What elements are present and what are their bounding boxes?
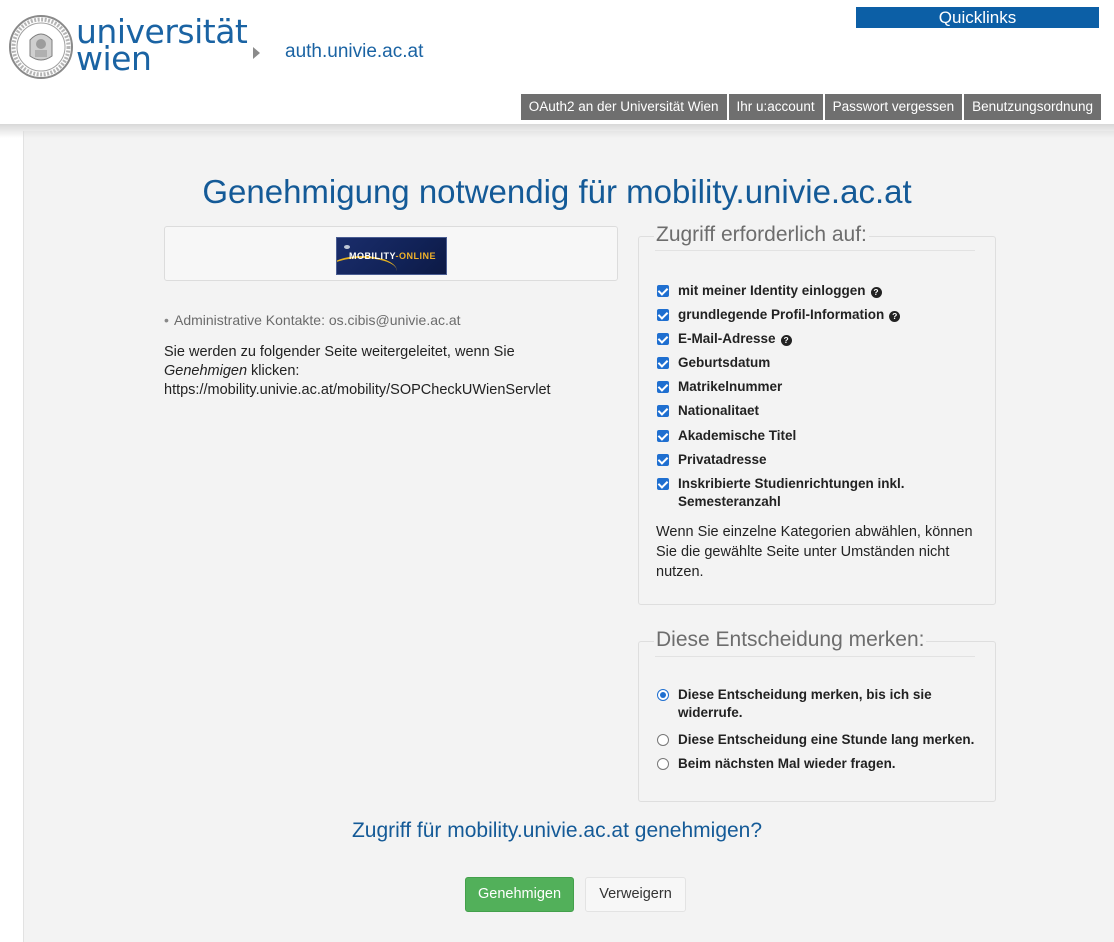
quicklinks-button[interactable]: Quicklinks bbox=[856, 7, 1099, 28]
mobility-online-logo: MOBILITY-ONLINE bbox=[336, 237, 447, 275]
attribute-label: Matrikelnummer bbox=[678, 379, 783, 394]
service-provider-box: MOBILITY-ONLINE bbox=[164, 226, 618, 281]
deselect-warning: Wenn Sie einzelne Kategorien abwählen, k… bbox=[656, 524, 973, 580]
legend-underline bbox=[655, 250, 975, 251]
attribute-identity[interactable]: mit meiner Identity einloggen? bbox=[657, 282, 882, 300]
nav-oauth2[interactable]: OAuth2 an der Universität Wien bbox=[520, 94, 727, 120]
attribute-email[interactable]: E-Mail-Adresse? bbox=[657, 330, 792, 348]
legend-underline bbox=[655, 656, 975, 657]
checkbox-icon[interactable] bbox=[657, 454, 669, 466]
option-label: Beim nächsten Mal wieder fragen. bbox=[678, 756, 896, 771]
option-label: Diese Entscheidung eine Stunde lang merk… bbox=[678, 732, 975, 747]
redirect-url: https://mobility.univie.ac.at/mobility/S… bbox=[164, 382, 551, 398]
attribute-profile[interactable]: grundlegende Profil-Information? bbox=[657, 306, 901, 324]
deny-button[interactable]: Verweigern bbox=[585, 877, 686, 912]
attribute-label: E-Mail-Adresse bbox=[678, 331, 776, 346]
checkbox-icon[interactable] bbox=[657, 309, 669, 321]
attribute-academic-title[interactable]: Akademische Titel bbox=[657, 427, 796, 445]
admin-contacts: Administrative Kontakte: os.cibis@univie… bbox=[164, 312, 461, 328]
consent-question: Zugriff für mobility.univie.ac.at genehm… bbox=[351, 819, 763, 842]
redirect-emphasis: Genehmigen bbox=[164, 363, 248, 379]
attribute-private-address[interactable]: Privatadresse bbox=[657, 451, 767, 469]
breadcrumb-host-link[interactable]: auth.univie.ac.at bbox=[285, 41, 423, 63]
attribute-label: Akademische Titel bbox=[678, 428, 797, 443]
breadcrumb-arrow-icon bbox=[253, 47, 260, 59]
attribute-birthdate[interactable]: Geburtsdatum bbox=[657, 354, 770, 372]
redirect-text-2: klicken: bbox=[247, 363, 300, 379]
attribute-nationality[interactable]: Nationalitaet bbox=[657, 402, 759, 420]
attribute-studies[interactable]: Inskribierte Studienrichtungen inkl. Sem… bbox=[657, 475, 957, 511]
attribute-label: Geburtsdatum bbox=[678, 355, 771, 370]
help-icon[interactable]: ? bbox=[780, 335, 792, 346]
attribute-label: Inskribierte Studienrichtungen inkl. Sem… bbox=[678, 476, 905, 509]
approve-button[interactable]: Genehmigen bbox=[465, 877, 574, 912]
university-logo[interactable]: universität wien bbox=[76, 15, 248, 75]
top-navigation: OAuth2 an der Universität Wien Ihr u:acc… bbox=[519, 94, 1101, 120]
option-label: Diese Entscheidung merken, bis ich sie w… bbox=[678, 687, 932, 720]
remember-option-until-revoked[interactable]: Diese Entscheidung merken, bis ich sie w… bbox=[657, 686, 957, 722]
radio-icon[interactable] bbox=[657, 734, 669, 746]
radio-selected-icon[interactable] bbox=[657, 689, 669, 701]
redirect-text-1: Sie werden zu folgender Seite weitergele… bbox=[164, 344, 515, 360]
attributes-legend: Zugriff erforderlich auf: bbox=[654, 223, 869, 247]
checkbox-icon[interactable] bbox=[657, 333, 669, 345]
logo-globe-icon bbox=[344, 245, 350, 249]
page-title: Genehmigung notwendig für mobility.univi… bbox=[202, 173, 912, 210]
attribute-label: Privatadresse bbox=[678, 452, 767, 467]
checkbox-icon[interactable] bbox=[657, 405, 669, 417]
attribute-matriculation[interactable]: Matrikelnummer bbox=[657, 378, 782, 396]
help-icon[interactable]: ? bbox=[870, 287, 882, 298]
university-seal-icon[interactable] bbox=[8, 14, 74, 80]
checkbox-icon[interactable] bbox=[657, 381, 669, 393]
nav-uaccount[interactable]: Ihr u:account bbox=[728, 94, 823, 120]
radio-icon[interactable] bbox=[657, 758, 669, 770]
attribute-label: Nationalitaet bbox=[678, 403, 760, 418]
checkbox-icon[interactable] bbox=[657, 357, 669, 369]
remember-legend: Diese Entscheidung merken: bbox=[654, 628, 927, 652]
remember-option-one-hour[interactable]: Diese Entscheidung eine Stunde lang merk… bbox=[657, 731, 974, 749]
nav-terms-of-use[interactable]: Benutzungsordnung bbox=[964, 94, 1101, 120]
logo-wordmark: MOBILITY-ONLINE bbox=[349, 251, 436, 261]
redirect-notice: Sie werden zu folgender Seite weitergele… bbox=[164, 343, 604, 400]
checkbox-icon[interactable] bbox=[657, 478, 669, 490]
help-icon[interactable]: ? bbox=[889, 311, 901, 322]
header-shadow bbox=[0, 124, 1114, 138]
attribute-label: mit meiner Identity einloggen bbox=[678, 283, 866, 298]
attribute-label: grundlegende Profil-Information bbox=[678, 307, 885, 322]
checkbox-icon[interactable] bbox=[657, 430, 669, 442]
checkbox-icon[interactable] bbox=[657, 285, 669, 297]
site-header: universität wien auth.univie.ac.at Quick… bbox=[0, 0, 1114, 125]
nav-password-forgotten[interactable]: Passwort vergessen bbox=[824, 94, 963, 120]
remember-option-ask-again[interactable]: Beim nächsten Mal wieder fragen. bbox=[657, 755, 896, 773]
